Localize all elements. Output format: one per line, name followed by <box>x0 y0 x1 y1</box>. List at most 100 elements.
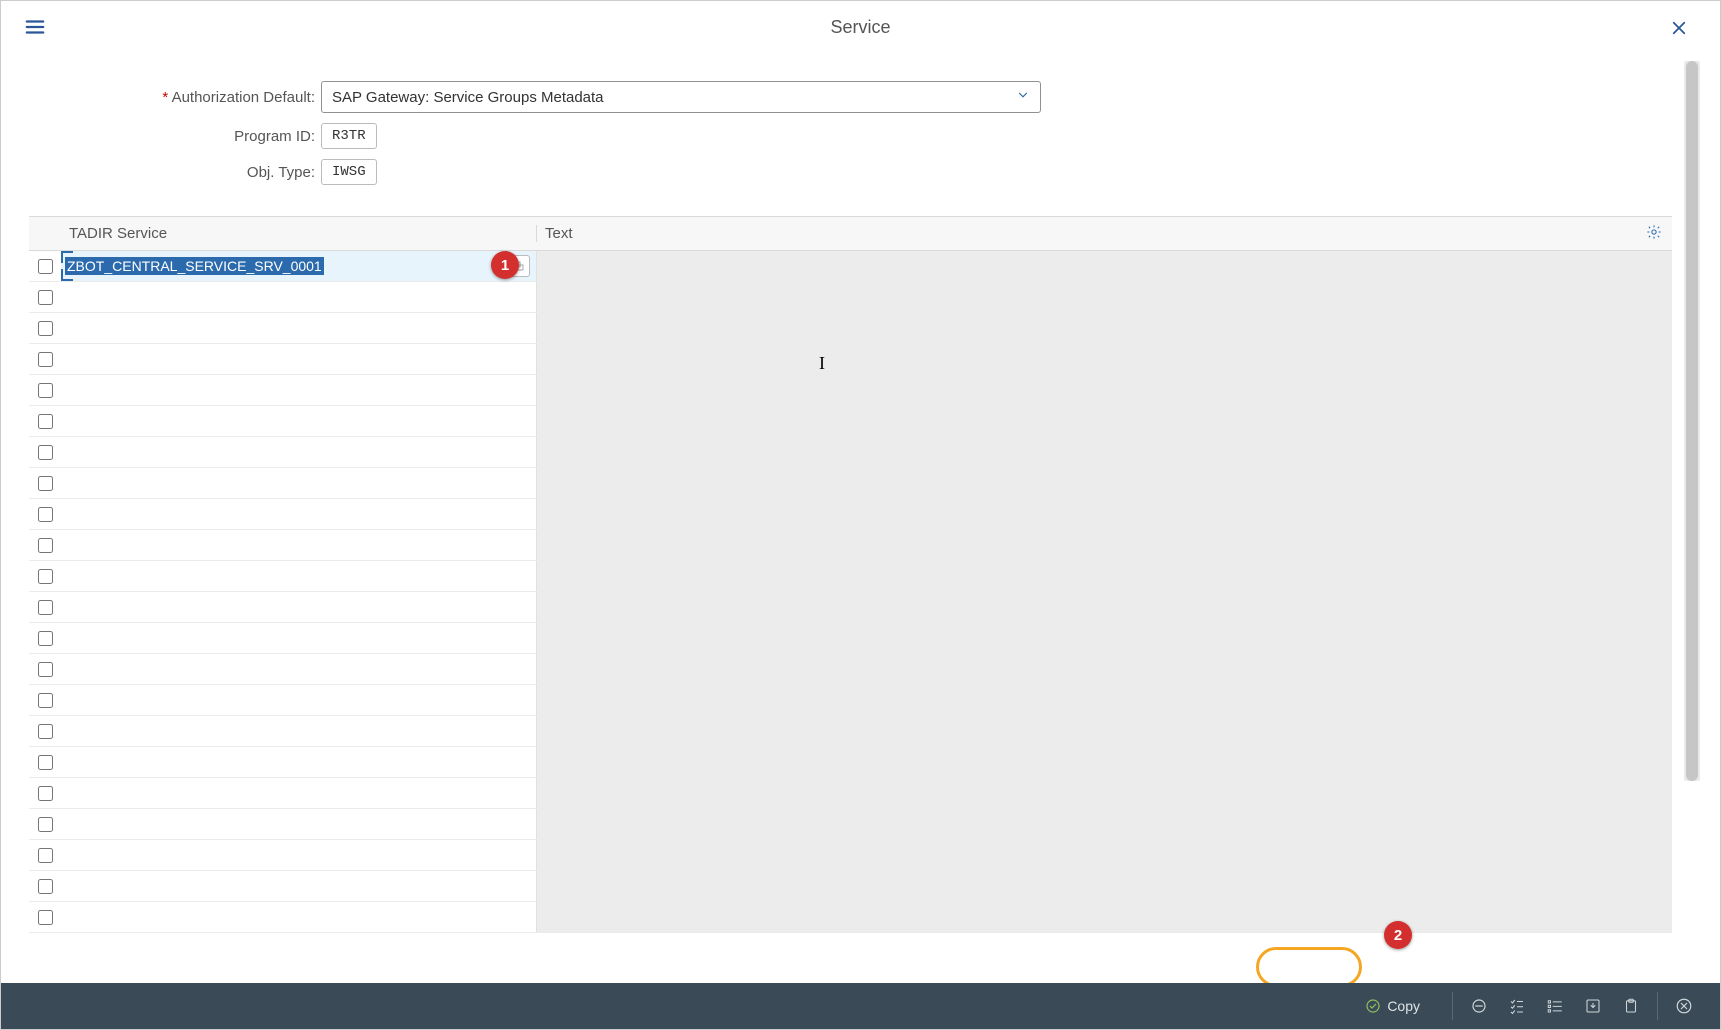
text-cell[interactable] <box>537 437 1672 467</box>
text-cell[interactable] <box>537 654 1672 684</box>
service-cell[interactable] <box>61 592 537 622</box>
import-button[interactable] <box>1581 994 1605 1018</box>
table-settings-button[interactable] <box>1636 224 1672 243</box>
row-checkbox[interactable] <box>38 321 53 336</box>
copy-button[interactable]: Copy <box>1347 989 1438 1023</box>
table-row[interactable] <box>29 778 1672 809</box>
text-cell[interactable] <box>537 809 1672 839</box>
text-cell[interactable] <box>537 530 1672 560</box>
table-row[interactable] <box>29 375 1672 406</box>
clipboard-button[interactable] <box>1619 994 1643 1018</box>
text-cell[interactable] <box>537 778 1672 808</box>
row-checkbox[interactable] <box>38 724 53 739</box>
select-all-button[interactable] <box>1505 994 1529 1018</box>
table-row[interactable] <box>29 809 1672 840</box>
deselect-all-button[interactable] <box>1467 994 1491 1018</box>
text-cell[interactable] <box>537 685 1672 715</box>
service-cell[interactable] <box>61 902 537 932</box>
service-cell[interactable] <box>61 282 537 312</box>
table-row[interactable]: ZBOT_CENTRAL_SERVICE_SRV_0001 <box>29 251 1672 282</box>
text-cell[interactable] <box>537 282 1672 312</box>
text-cell[interactable] <box>537 840 1672 870</box>
column-header-text[interactable]: Text <box>537 225 1636 242</box>
column-header-service[interactable]: TADIR Service <box>61 225 537 242</box>
service-cell[interactable] <box>61 747 537 777</box>
table-row[interactable] <box>29 499 1672 530</box>
menu-button[interactable] <box>21 13 49 41</box>
vertical-scrollbar[interactable] <box>1684 61 1700 781</box>
list-button[interactable] <box>1543 994 1567 1018</box>
table-row[interactable] <box>29 654 1672 685</box>
table-row[interactable] <box>29 685 1672 716</box>
row-checkbox[interactable] <box>38 290 53 305</box>
row-checkbox[interactable] <box>38 383 53 398</box>
text-cell[interactable] <box>537 871 1672 901</box>
row-checkbox[interactable] <box>38 507 53 522</box>
row-checkbox[interactable] <box>38 879 53 894</box>
table-row[interactable] <box>29 902 1672 933</box>
table-row[interactable] <box>29 716 1672 747</box>
service-cell[interactable] <box>61 499 537 529</box>
close-button[interactable] <box>1670 19 1692 41</box>
text-cell[interactable] <box>537 561 1672 591</box>
row-checkbox[interactable] <box>38 259 53 274</box>
text-cell[interactable] <box>537 251 1672 281</box>
text-cell[interactable] <box>537 592 1672 622</box>
service-cell[interactable] <box>61 437 537 467</box>
text-cell[interactable] <box>537 313 1672 343</box>
service-cell[interactable] <box>61 654 537 684</box>
service-cell[interactable] <box>61 468 537 498</box>
service-cell[interactable] <box>61 530 537 560</box>
text-cell[interactable] <box>537 623 1672 653</box>
service-cell[interactable]: ZBOT_CENTRAL_SERVICE_SRV_0001 <box>61 251 537 281</box>
text-cell[interactable] <box>537 499 1672 529</box>
table-row[interactable] <box>29 344 1672 375</box>
row-checkbox[interactable] <box>38 755 53 770</box>
table-row[interactable] <box>29 747 1672 778</box>
row-checkbox[interactable] <box>38 662 53 677</box>
row-checkbox[interactable] <box>38 476 53 491</box>
service-cell[interactable] <box>61 623 537 653</box>
table-row[interactable] <box>29 592 1672 623</box>
table-row[interactable] <box>29 561 1672 592</box>
service-cell[interactable] <box>61 406 537 436</box>
table-row[interactable] <box>29 282 1672 313</box>
service-cell[interactable] <box>61 809 537 839</box>
row-checkbox[interactable] <box>38 600 53 615</box>
row-checkbox[interactable] <box>38 538 53 553</box>
service-cell[interactable] <box>61 375 537 405</box>
text-cell[interactable] <box>537 375 1672 405</box>
text-cell[interactable] <box>537 406 1672 436</box>
row-checkbox[interactable] <box>38 910 53 925</box>
row-checkbox[interactable] <box>38 569 53 584</box>
service-cell[interactable] <box>61 685 537 715</box>
service-cell[interactable] <box>61 313 537 343</box>
row-checkbox[interactable] <box>38 848 53 863</box>
service-cell[interactable] <box>61 778 537 808</box>
service-cell[interactable] <box>61 716 537 746</box>
service-cell[interactable] <box>61 344 537 374</box>
text-cell[interactable] <box>537 747 1672 777</box>
table-row[interactable] <box>29 437 1672 468</box>
table-row[interactable] <box>29 840 1672 871</box>
service-cell[interactable] <box>61 871 537 901</box>
row-checkbox[interactable] <box>38 817 53 832</box>
row-checkbox[interactable] <box>38 786 53 801</box>
service-cell[interactable] <box>61 561 537 591</box>
cancel-button[interactable] <box>1672 994 1696 1018</box>
scrollbar-thumb[interactable] <box>1686 61 1698 781</box>
text-cell[interactable] <box>537 344 1672 374</box>
row-checkbox[interactable] <box>38 414 53 429</box>
table-row[interactable] <box>29 530 1672 561</box>
text-cell[interactable] <box>537 902 1672 932</box>
text-cell[interactable] <box>537 468 1672 498</box>
auth-default-dropdown[interactable]: SAP Gateway: Service Groups Metadata <box>321 81 1041 113</box>
table-row[interactable] <box>29 313 1672 344</box>
row-checkbox[interactable] <box>38 693 53 708</box>
text-cell[interactable] <box>537 716 1672 746</box>
table-row[interactable] <box>29 623 1672 654</box>
row-checkbox[interactable] <box>38 631 53 646</box>
table-row[interactable] <box>29 406 1672 437</box>
row-checkbox[interactable] <box>38 352 53 367</box>
service-input[interactable]: ZBOT_CENTRAL_SERVICE_SRV_0001 <box>65 257 324 275</box>
